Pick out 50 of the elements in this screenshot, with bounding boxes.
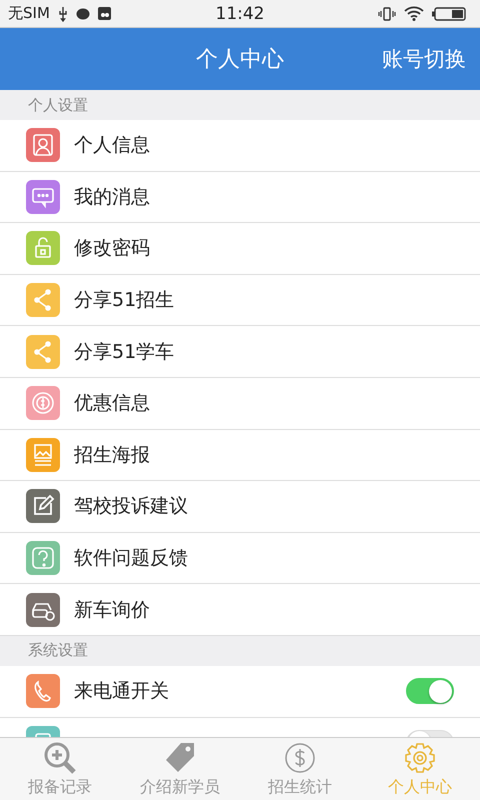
coin-icon: [26, 386, 60, 420]
settings-row[interactable]: 驾校投诉建议: [0, 481, 480, 533]
share-icon: [26, 334, 60, 369]
row-label: 新车询价: [74, 598, 151, 623]
settings-row[interactable]: 我的消息: [0, 172, 480, 224]
settings-row[interactable]: 个人信息: [0, 120, 480, 172]
battery-icon: [432, 6, 466, 20]
app-icon: [98, 7, 111, 20]
car-icon: [26, 592, 60, 627]
blob-icon: [76, 8, 90, 20]
switch-account-button[interactable]: 账号切换: [368, 39, 480, 79]
row-label: 优惠信息: [74, 391, 151, 416]
vibrate-icon: [378, 6, 396, 20]
wifi-icon: [404, 6, 424, 21]
settings-row[interactable]: 软件问题反馈: [0, 532, 480, 584]
page-title: 个人中心: [196, 46, 284, 74]
carrier-text: 无SIM: [8, 4, 50, 23]
row-label: 修改密码: [74, 236, 151, 262]
gear-icon: [403, 740, 437, 774]
share-icon: [26, 283, 60, 318]
chat-bubble-icon: [26, 180, 60, 214]
row-label: 分享51学车: [74, 340, 176, 365]
picture-frame-icon: [26, 438, 60, 472]
edit-icon: [26, 489, 60, 524]
settings-row[interactable]: 来电通开关: [0, 666, 480, 718]
section-title: 个人设置: [28, 96, 88, 114]
row-label: 软件问题反馈: [74, 546, 189, 572]
row-label: 分享51招生: [74, 288, 176, 314]
settings-row[interactable]: 分享51招生: [0, 274, 480, 326]
row-label: 我的消息: [74, 184, 151, 210]
section-title: 系统设置: [28, 641, 88, 660]
row-label: 驾校投诉建议: [74, 494, 189, 520]
row-label: 个人信息: [74, 133, 151, 158]
settings-row[interactable]: 招生海报: [0, 430, 480, 482]
settings-row[interactable]: 分享51学车: [0, 326, 480, 378]
usb-icon: [58, 6, 68, 22]
phone-icon: [26, 674, 60, 708]
settings-row[interactable]: 修改密码: [0, 223, 480, 275]
settings-row[interactable]: 新车询价: [0, 584, 480, 636]
tag-icon: [163, 740, 197, 774]
dollar-icon: [283, 740, 317, 774]
settings-row[interactable]: 优惠信息: [0, 378, 480, 430]
clock-text: 11:42: [216, 4, 264, 24]
row-label: 招生海报: [74, 442, 151, 468]
question-mark-icon: [26, 541, 60, 576]
row-label: 来电通开关: [74, 679, 170, 704]
padlock-icon: [26, 231, 60, 266]
person-icon: [26, 128, 60, 162]
toggle-switch[interactable]: [406, 678, 454, 704]
zoom-in-icon: [43, 740, 77, 774]
